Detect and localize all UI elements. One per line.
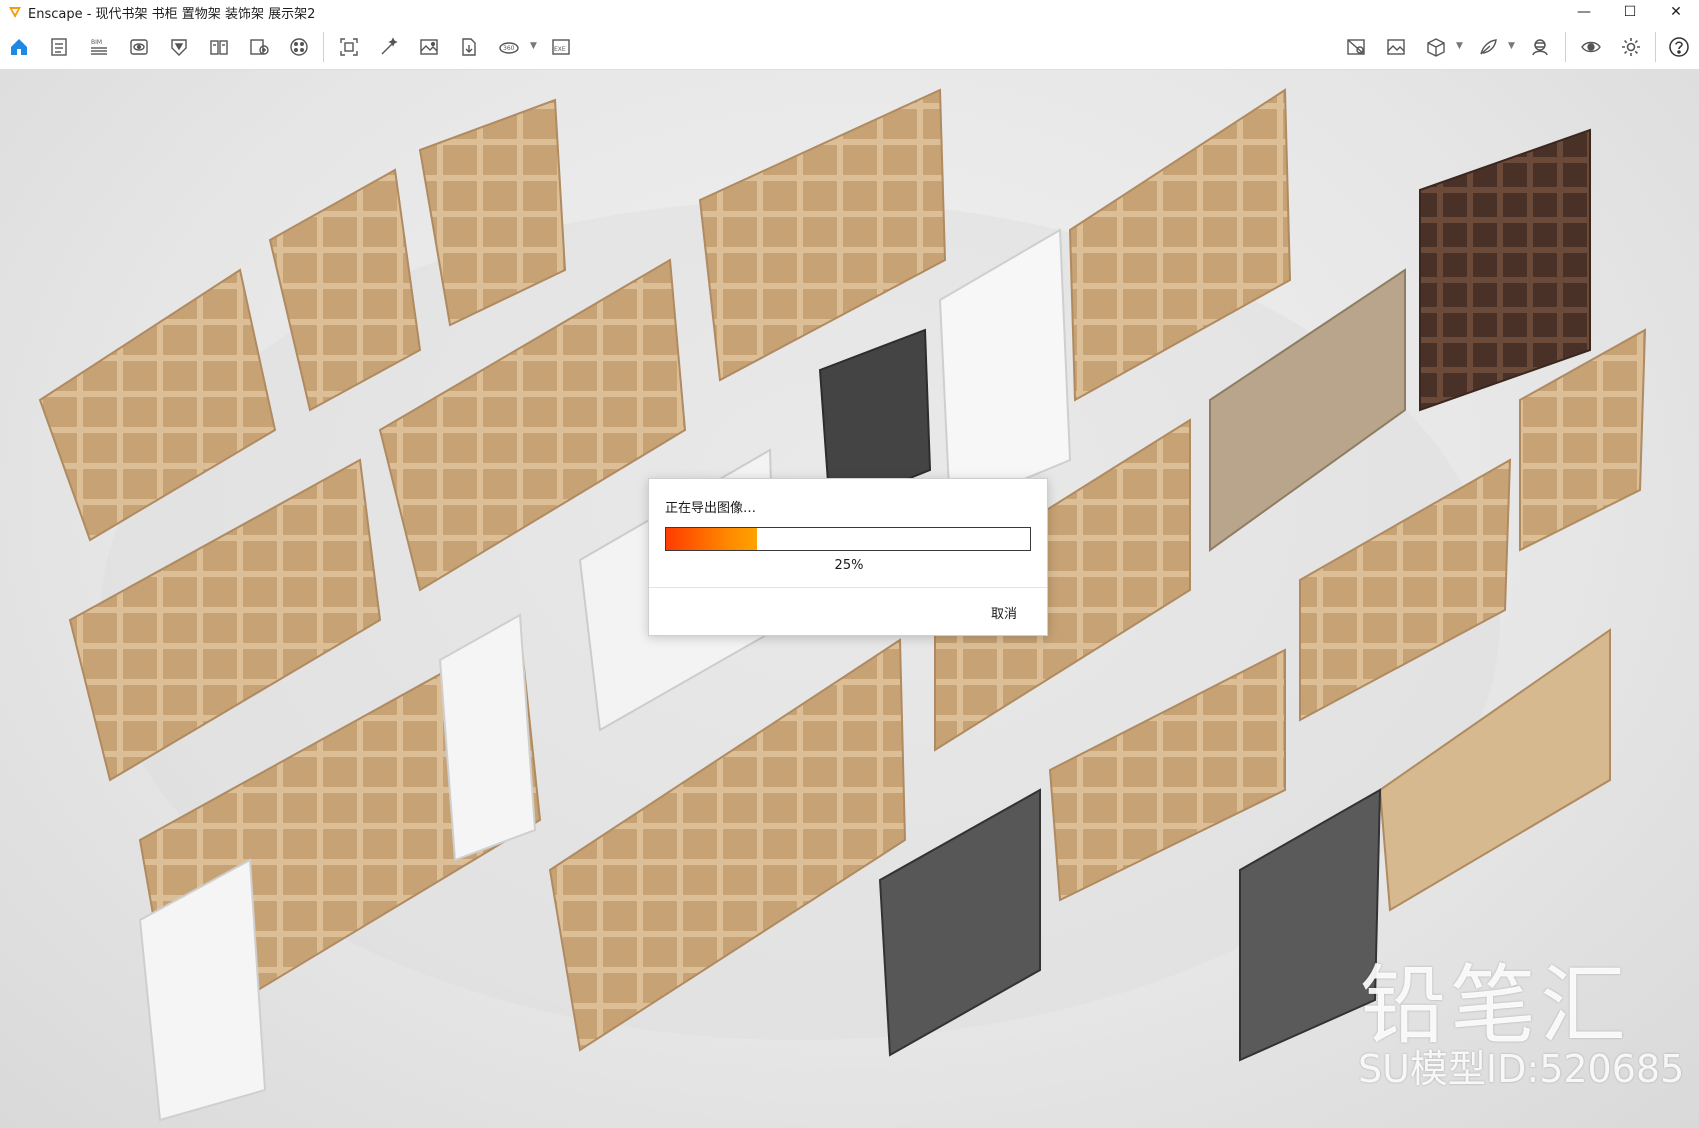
export-icon[interactable] xyxy=(456,34,482,60)
view-icon[interactable] xyxy=(126,34,152,60)
vr-icon[interactable] xyxy=(1527,34,1553,60)
image-icon[interactable] xyxy=(416,34,442,60)
close-button[interactable]: ✕ xyxy=(1653,0,1699,24)
batch-render-icon[interactable] xyxy=(376,34,402,60)
watermark-model-id: SU模型ID:520685 xyxy=(1358,1047,1685,1091)
library-icon[interactable] xyxy=(206,34,232,60)
panorama-label: 360 xyxy=(503,45,515,52)
bim-icon[interactable]: BIM xyxy=(86,34,112,60)
main-toolbar: BIM 360 ▼ EXE ▼ ▼ xyxy=(0,24,1699,85)
minimize-button[interactable]: — xyxy=(1561,0,1607,24)
cube-icon[interactable] xyxy=(1423,34,1449,60)
home-icon[interactable] xyxy=(6,34,32,60)
gallery-icon[interactable] xyxy=(1383,34,1409,60)
panorama-icon[interactable]: 360 xyxy=(496,34,522,60)
cancel-button[interactable]: 取消 xyxy=(991,603,1017,622)
dialog-title: 正在导出图像… xyxy=(665,501,757,516)
help-icon[interactable] xyxy=(1666,34,1692,60)
exe-label: EXE xyxy=(554,46,566,53)
white-side-panel xyxy=(438,613,537,862)
toolbar-separator xyxy=(323,32,324,62)
settings-icon[interactable] xyxy=(1618,34,1644,60)
walnut-shelf xyxy=(1419,128,1591,412)
dialog-divider xyxy=(649,587,1047,588)
palette-icon[interactable] xyxy=(286,34,312,60)
bim-label: BIM xyxy=(91,39,102,46)
upload-icon[interactable] xyxy=(246,34,272,60)
asset-icon[interactable] xyxy=(166,34,192,60)
screenshot-icon[interactable] xyxy=(336,34,362,60)
eye-icon[interactable] xyxy=(1578,34,1604,60)
progress-fill xyxy=(666,528,757,550)
title-bar: Enscape - 现代书架 书柜 置物架 装饰架 展示架2 — ☐ ✕ xyxy=(0,0,1699,24)
enscape-window: Enscape - 现代书架 书柜 置物架 装饰架 展示架2 — ☐ ✕ BIM xyxy=(0,0,1699,1128)
toolbar-separator xyxy=(1655,32,1656,62)
material-icon[interactable] xyxy=(1343,34,1369,60)
window-title: Enscape - 现代书架 书柜 置物架 装饰架 展示架2 xyxy=(28,6,316,22)
export-progress-dialog: 正在导出图像… 25% 取消 xyxy=(648,478,1048,636)
feather-icon[interactable] xyxy=(1475,34,1501,60)
chevron-down-icon[interactable]: ▼ xyxy=(530,41,537,51)
progress-bar xyxy=(665,527,1031,551)
window-controls: — ☐ ✕ xyxy=(1561,0,1699,24)
progress-percent: 25% xyxy=(834,558,864,573)
chevron-down-icon[interactable]: ▼ xyxy=(1456,41,1463,51)
chevron-down-icon[interactable]: ▼ xyxy=(1508,41,1515,51)
exe-icon[interactable]: EXE xyxy=(548,34,574,60)
maximize-button[interactable]: ☐ xyxy=(1607,0,1653,24)
enscape-logo-icon xyxy=(9,7,21,18)
toolbar-separator xyxy=(1565,32,1566,62)
sheet-icon[interactable] xyxy=(46,34,72,60)
